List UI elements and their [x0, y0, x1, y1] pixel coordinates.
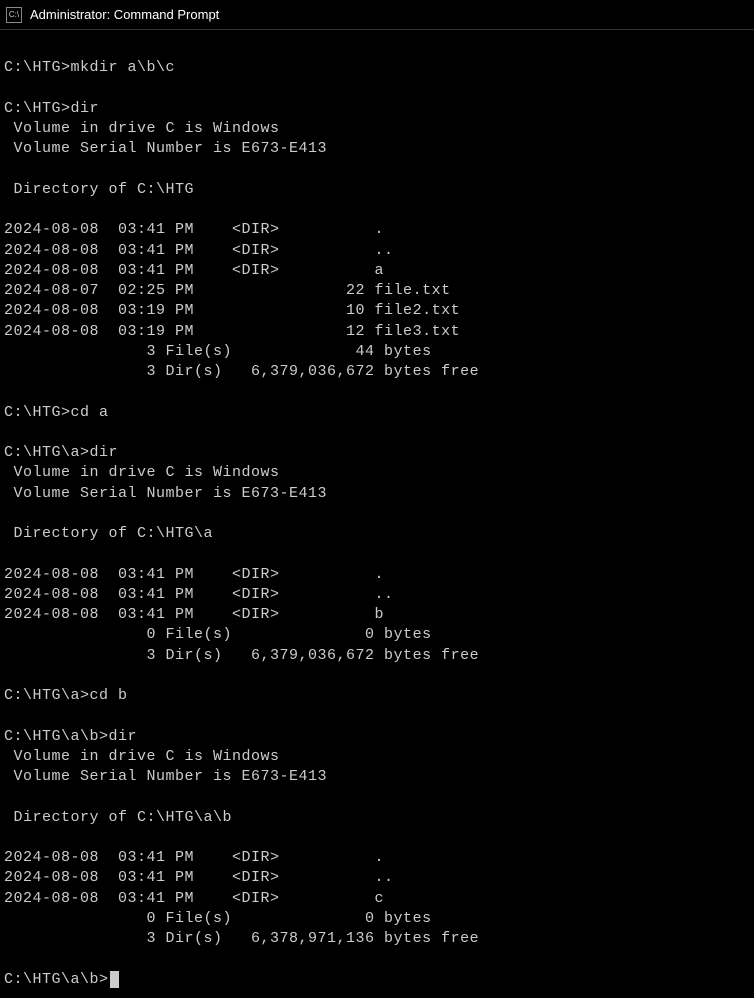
terminal-line: [4, 423, 750, 443]
terminal-cursor: [110, 971, 119, 988]
terminal-line: C:\HTG\a>cd b: [4, 686, 750, 706]
terminal-line: Directory of C:\HTG\a\b: [4, 808, 750, 828]
terminal-line: 0 File(s) 0 bytes: [4, 625, 750, 645]
terminal-line: 2024-08-07 02:25 PM 22 file.txt: [4, 281, 750, 301]
terminal-line: C:\HTG\a\b>: [4, 970, 750, 990]
terminal-line: C:\HTG\a>dir: [4, 443, 750, 463]
terminal-line: [4, 79, 750, 99]
terminal-line: 3 Dir(s) 6,379,036,672 bytes free: [4, 362, 750, 382]
terminal-line: 2024-08-08 03:41 PM <DIR> ..: [4, 585, 750, 605]
terminal-line: [4, 787, 750, 807]
terminal-line: 3 Dir(s) 6,379,036,672 bytes free: [4, 646, 750, 666]
terminal-line: 2024-08-08 03:41 PM <DIR> ..: [4, 868, 750, 888]
terminal-line: 2024-08-08 03:19 PM 10 file2.txt: [4, 301, 750, 321]
terminal-line: 0 File(s) 0 bytes: [4, 909, 750, 929]
terminal-line: C:\HTG\a\b>dir: [4, 727, 750, 747]
window-title: Administrator: Command Prompt: [30, 7, 219, 22]
terminal-line: 2024-08-08 03:41 PM <DIR> c: [4, 889, 750, 909]
terminal-line: Volume Serial Number is E673-E413: [4, 767, 750, 787]
terminal-line: 2024-08-08 03:41 PM <DIR> .: [4, 220, 750, 240]
cmd-icon: C:\: [6, 7, 22, 23]
terminal-line: Volume Serial Number is E673-E413: [4, 484, 750, 504]
terminal-line: 2024-08-08 03:41 PM <DIR> ..: [4, 241, 750, 261]
terminal-line: Volume in drive C is Windows: [4, 463, 750, 483]
terminal-line: [4, 200, 750, 220]
terminal-line: C:\HTG>mkdir a\b\c: [4, 58, 750, 78]
window-titlebar[interactable]: C:\ Administrator: Command Prompt: [0, 0, 754, 30]
terminal-output[interactable]: C:\HTG>mkdir a\b\c C:\HTG>dir Volume in d…: [0, 30, 754, 998]
terminal-line: 2024-08-08 03:19 PM 12 file3.txt: [4, 322, 750, 342]
terminal-line: Volume in drive C is Windows: [4, 119, 750, 139]
terminal-line: Volume Serial Number is E673-E413: [4, 139, 750, 159]
terminal-line: C:\HTG>cd a: [4, 403, 750, 423]
terminal-line: [4, 382, 750, 402]
terminal-line: Volume in drive C is Windows: [4, 747, 750, 767]
terminal-line: [4, 706, 750, 726]
terminal-line: [4, 38, 750, 58]
terminal-line: [4, 828, 750, 848]
terminal-line: Directory of C:\HTG: [4, 180, 750, 200]
terminal-line: [4, 160, 750, 180]
terminal-line: 2024-08-08 03:41 PM <DIR> b: [4, 605, 750, 625]
terminal-line: 3 File(s) 44 bytes: [4, 342, 750, 362]
terminal-line: 3 Dir(s) 6,378,971,136 bytes free: [4, 929, 750, 949]
terminal-line: Directory of C:\HTG\a: [4, 524, 750, 544]
terminal-line: [4, 666, 750, 686]
terminal-line: 2024-08-08 03:41 PM <DIR> a: [4, 261, 750, 281]
terminal-line: [4, 949, 750, 969]
terminal-line: [4, 504, 750, 524]
terminal-line: [4, 544, 750, 564]
terminal-line: C:\HTG>dir: [4, 99, 750, 119]
terminal-line: 2024-08-08 03:41 PM <DIR> .: [4, 565, 750, 585]
terminal-line: 2024-08-08 03:41 PM <DIR> .: [4, 848, 750, 868]
